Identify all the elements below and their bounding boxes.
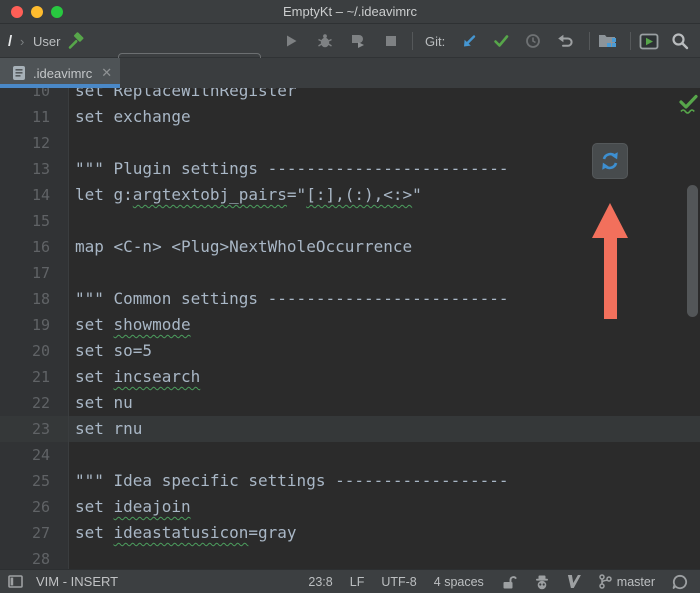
caret-position-widget[interactable]: 23:8 <box>308 575 332 589</box>
code-text: set so=5 <box>68 338 152 364</box>
editor-line[interactable]: 26set ideajoin <box>0 494 700 520</box>
editor-line[interactable]: 23set rnu <box>0 416 700 442</box>
line-number[interactable]: 13 <box>0 156 68 182</box>
main-toolbar: / › User Add Configuration... <box>0 24 700 58</box>
line-number[interactable]: 27 <box>0 520 68 546</box>
code-text: set incsearch <box>68 364 200 390</box>
scrollbar-thumb[interactable] <box>687 185 698 317</box>
history-clock-icon[interactable] <box>525 24 541 58</box>
code-text <box>68 208 75 234</box>
status-bar: VIM - INSERT 23:8 LF UTF-8 4 spaces <box>0 569 700 593</box>
code-text: """ Idea specific settings -------------… <box>68 468 508 494</box>
line-number[interactable]: 23 <box>0 416 68 442</box>
code-text: map <C-n> <Plug>NextWholeOccurrence <box>68 234 412 260</box>
line-number[interactable]: 17 <box>0 260 68 286</box>
code-text <box>68 130 75 156</box>
git-commit-check-icon[interactable] <box>493 24 509 58</box>
line-number[interactable]: 15 <box>0 208 68 234</box>
toolwindow-toggle-icon[interactable] <box>8 575 23 588</box>
editor-tab-bar: .ideavimrc ✕ <box>0 58 700 88</box>
toolbar-separator <box>412 32 413 50</box>
line-number[interactable]: 22 <box>0 390 68 416</box>
line-number[interactable]: 20 <box>0 338 68 364</box>
code-text <box>68 260 75 286</box>
annotation-arrow-up <box>590 201 630 321</box>
code-text <box>68 546 75 569</box>
git-branch-icon <box>598 574 612 589</box>
ideavim-icon[interactable] <box>567 574 581 589</box>
code-text: let g:argtextobj_pairs="[:],(:),<:>" <box>68 182 422 208</box>
line-number[interactable]: 18 <box>0 286 68 312</box>
line-separator-widget[interactable]: LF <box>350 575 365 589</box>
inspections-hector-icon[interactable] <box>534 574 550 590</box>
editor-line[interactable]: 25""" Idea specific settings -----------… <box>0 468 700 494</box>
editor-line[interactable]: 22set nu <box>0 390 700 416</box>
line-number[interactable]: 24 <box>0 442 68 468</box>
inspection-status-check-icon[interactable] <box>678 94 699 114</box>
toolbar-separator <box>589 32 590 50</box>
line-number[interactable]: 25 <box>0 468 68 494</box>
editor-line[interactable]: 24 <box>0 442 700 468</box>
run-icon[interactable] <box>283 24 299 58</box>
code-text: set ReplaceWithRegister <box>68 88 297 104</box>
editor[interactable]: 10set ReplaceWithRegister11set exchange1… <box>0 88 700 569</box>
branch-name: master <box>617 575 655 589</box>
vim-mode-indicator: VIM - INSERT <box>36 574 118 589</box>
code-text: set rnu <box>68 416 142 442</box>
stop-icon[interactable] <box>383 24 399 58</box>
code-text: """ Common settings --------------------… <box>68 286 508 312</box>
gutter-separator <box>68 88 69 569</box>
line-number[interactable]: 19 <box>0 312 68 338</box>
editor-line[interactable]: 10set ReplaceWithRegister <box>0 88 700 104</box>
code-text: set exchange <box>68 104 191 130</box>
toolbar-separator <box>630 32 631 50</box>
notifications-balloon-icon[interactable] <box>672 574 688 590</box>
indent-widget[interactable]: 4 spaces <box>434 575 484 589</box>
line-number[interactable]: 12 <box>0 130 68 156</box>
search-everywhere-icon[interactable] <box>671 24 689 58</box>
tab-label: .ideavimrc <box>33 66 92 81</box>
code-text: """ Plugin settings --------------------… <box>68 156 508 182</box>
run-with-coverage-icon[interactable] <box>349 24 365 58</box>
line-number[interactable]: 21 <box>0 364 68 390</box>
editor-line[interactable]: 27set ideastatusicon=gray <box>0 520 700 546</box>
code-text: set showmode <box>68 312 191 338</box>
ide-window: EmptyKt – ~/.ideavimrc / › User Add Conf… <box>0 0 700 593</box>
debug-bug-icon[interactable] <box>317 24 333 58</box>
encoding-widget[interactable]: UTF-8 <box>381 575 416 589</box>
git-update-project-icon[interactable] <box>461 24 477 58</box>
run-console-icon[interactable] <box>639 24 659 58</box>
sync-refresh-icon <box>600 151 620 171</box>
build-hammer-icon[interactable] <box>67 24 85 58</box>
rollback-undo-icon[interactable] <box>557 24 573 58</box>
line-number[interactable]: 11 <box>0 104 68 130</box>
window-title: EmptyKt – ~/.ideavimrc <box>0 0 700 24</box>
code-text <box>68 442 75 468</box>
code-text: set nu <box>68 390 133 416</box>
line-number[interactable]: 28 <box>0 546 68 569</box>
git-label: Git: <box>425 24 445 58</box>
code-text: set ideastatusicon=gray <box>68 520 297 546</box>
chevron-right-icon: › <box>20 24 24 58</box>
line-number[interactable]: 16 <box>0 234 68 260</box>
file-icon <box>12 65 26 81</box>
line-number[interactable]: 26 <box>0 494 68 520</box>
code-text: set ideajoin <box>68 494 191 520</box>
title-bar: EmptyKt – ~/.ideavimrc <box>0 0 700 24</box>
editor-line[interactable]: 28 <box>0 546 700 569</box>
reload-ideavimrc-button[interactable] <box>592 143 628 179</box>
editor-line[interactable]: 21set incsearch <box>0 364 700 390</box>
line-number[interactable]: 10 <box>0 88 68 104</box>
editor-line[interactable]: 11set exchange <box>0 104 700 130</box>
breadcrumb-item[interactable]: User <box>33 24 65 58</box>
project-folder-icon[interactable] <box>597 24 617 58</box>
breadcrumb-root[interactable]: / <box>8 24 12 58</box>
git-branch-widget[interactable]: master <box>598 574 655 589</box>
tab-close-icon[interactable]: ✕ <box>101 65 112 81</box>
unlock-icon[interactable] <box>501 574 517 590</box>
editor-line[interactable]: 20set so=5 <box>0 338 700 364</box>
line-number[interactable]: 14 <box>0 182 68 208</box>
